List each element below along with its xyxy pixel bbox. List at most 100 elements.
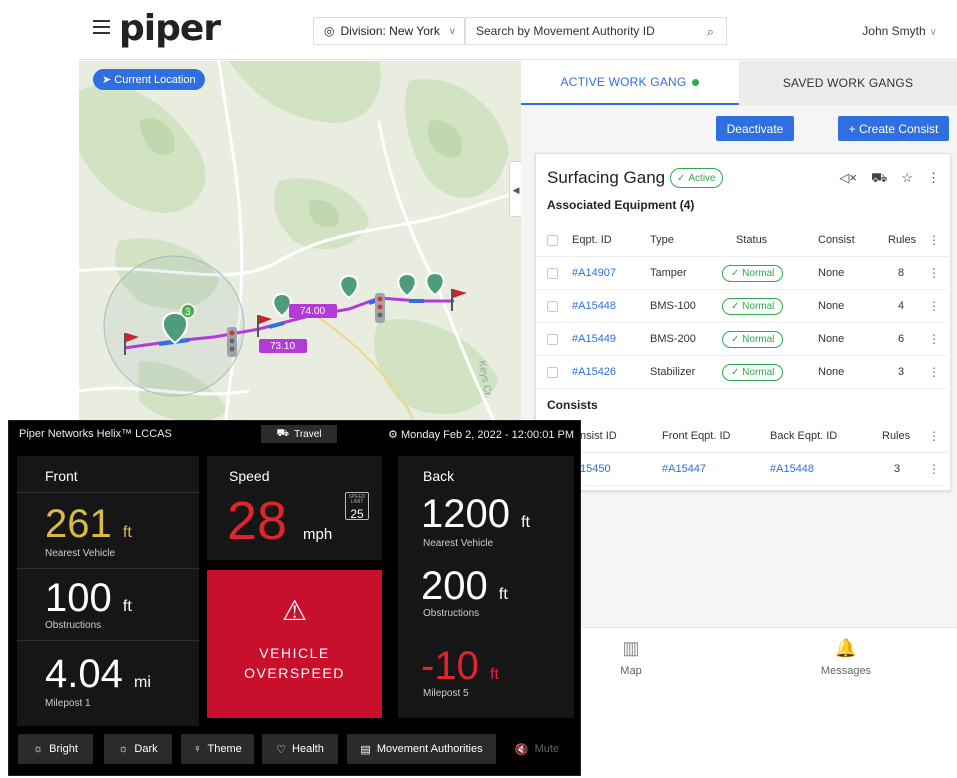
menu-icon[interactable]	[93, 20, 110, 34]
nav-messages[interactable]: 🔔 Messages	[811, 638, 881, 677]
back-equipment-link[interactable]: #A15448	[770, 463, 814, 475]
top-bar: piper ◎ Division: New York ∨ Search by M…	[79, 0, 957, 60]
location-target-icon: ◎	[324, 24, 335, 38]
status-pill: ✓ Normal	[722, 297, 784, 315]
speed-limit-sign: SPEED LIMIT 25	[345, 492, 369, 521]
equipment-id-link[interactable]: #A14907	[572, 267, 616, 279]
front-equipment-link[interactable]: #A15447	[662, 463, 706, 475]
division-label: Division: New York	[340, 24, 440, 38]
milepost-tag[interactable]: 74.00	[300, 306, 325, 317]
column-header[interactable]: Consist	[818, 234, 855, 246]
more-icon[interactable]: ⋮	[928, 462, 940, 476]
front-obstruction-unit: ft	[122, 598, 132, 615]
equipment-id-link[interactable]: #A15448	[572, 300, 616, 312]
travel-mode-indicator[interactable]: ⛟ Travel	[261, 425, 337, 443]
theme-label: Theme	[207, 743, 242, 755]
settings-gear-icon[interactable]: ⚙	[388, 429, 398, 441]
overspeed-alert: ⚠ VEHICLE OVERSPEED	[207, 570, 382, 718]
map-icon: ▥	[622, 638, 640, 658]
column-header[interactable]: Rules	[888, 234, 916, 246]
caret-left-icon: ◀	[512, 185, 520, 195]
status-pill-label: Normal	[742, 267, 775, 279]
status-badge: ✓ Active	[670, 168, 723, 188]
more-icon[interactable]: ⋮	[928, 365, 940, 379]
column-header[interactable]: Front Eqpt. ID	[662, 430, 730, 442]
tab-active-work-gang[interactable]: ACTIVE WORK GANG	[521, 61, 739, 105]
mute-button[interactable]: 🔇 Mute	[501, 734, 573, 764]
more-icon[interactable]: ⋮	[928, 332, 940, 346]
current-location-button[interactable]: ➤ Current Location	[93, 69, 205, 90]
active-dot-icon	[692, 78, 700, 86]
front-milepost-label: Milepost 1	[45, 698, 91, 709]
column-header[interactable]: Eqpt. ID	[572, 234, 612, 246]
equipment-id-link[interactable]: #A15449	[572, 333, 616, 345]
milepost-tag[interactable]: 73.10	[270, 341, 295, 352]
front-label: Front	[45, 468, 78, 484]
helix-device-screen: Piper Networks Helix™ LCCAS ⛟ Travel ⚙ Mo…	[8, 420, 581, 776]
status-pill-label: Normal	[742, 333, 775, 345]
mute-alert-icon[interactable]: ◁×	[839, 170, 857, 188]
clipboard-icon: ▤	[360, 743, 371, 756]
panel-tabs: ACTIVE WORK GANG SAVED WORK GANGS	[521, 61, 957, 105]
check-icon: ✓	[677, 172, 686, 184]
division-select[interactable]: ◎ Division: New York ∨	[313, 17, 465, 45]
movement-authorities-button[interactable]: ▤ Movement Authorities	[347, 734, 496, 764]
row-checkbox[interactable]	[547, 300, 558, 312]
front-nearest-label: Nearest Vehicle	[45, 548, 116, 559]
back-obstruction-unit: ft	[498, 586, 508, 603]
collapse-panel-button[interactable]: ◀	[509, 161, 521, 217]
table-row: #A15448 BMS-100 ✓ Normal None 4 ⋮	[536, 290, 952, 323]
rules-count: 4	[898, 300, 905, 312]
select-all-checkbox[interactable]	[547, 234, 558, 246]
tab-saved-work-gangs[interactable]: SAVED WORK GANGS	[739, 61, 957, 105]
more-icon[interactable]: ⋮	[928, 266, 940, 280]
row-checkbox[interactable]	[547, 267, 558, 279]
equipment-heading: Associated Equipment (4)	[547, 198, 695, 212]
bright-button[interactable]: ☼ Bright	[18, 734, 93, 764]
helix-header: Piper Networks Helix™ LCCAS ⛟ Travel ⚙ Mo…	[9, 421, 582, 447]
column-header[interactable]: Rules	[882, 430, 910, 442]
bottom-nav: ▥ Map 🔔 Messages	[521, 627, 957, 685]
travel-mode-icon: ⛟	[276, 427, 290, 439]
deactivate-button[interactable]: Deactivate	[716, 116, 794, 141]
train-icon[interactable]: ⛟	[871, 170, 887, 188]
more-icon[interactable]: ⋮	[927, 170, 940, 188]
front-milepost-value: 4.04 mi	[45, 654, 151, 703]
create-consist-button[interactable]: + Create Consist	[838, 116, 949, 141]
front-milepost-number: 4.04	[45, 652, 123, 696]
card-actions: ◁× ⛟ ☆ ⋮	[839, 170, 940, 188]
column-header[interactable]: Back Eqpt. ID	[770, 430, 837, 442]
column-header[interactable]: Type	[650, 234, 674, 246]
speed-label: Speed	[229, 468, 270, 484]
row-checkbox[interactable]	[547, 366, 558, 378]
front-milepost-unit: mi	[133, 674, 151, 691]
dark-button[interactable]: ☼ Dark	[104, 734, 172, 764]
table-row: #A14907 Tamper ✓ Normal None 8 ⋮	[536, 257, 952, 290]
search-input[interactable]: Search by Movement Authority ID ⌕	[465, 17, 727, 45]
more-icon[interactable]: ⋮	[928, 429, 940, 443]
status-badge-label: Active	[688, 172, 716, 184]
rules-count: 8	[898, 267, 905, 279]
datetime-label: Monday Feb 2, 2022 - 12:00:01 PM	[400, 429, 574, 441]
more-icon[interactable]: ⋮	[928, 233, 940, 247]
consist-value: None	[818, 366, 845, 378]
nav-map[interactable]: ▥ Map	[611, 638, 651, 677]
dim-sun-icon: ☼	[118, 743, 129, 755]
user-menu[interactable]: John Smyth ∨	[862, 24, 937, 38]
row-checkbox[interactable]	[547, 333, 558, 345]
datetime: ⚙ Monday Feb 2, 2022 - 12:00:01 PM	[388, 428, 574, 441]
equipment-id-link[interactable]: #A15426	[572, 366, 616, 378]
back-nearest-number: 1200	[421, 492, 510, 536]
user-name: John Smyth	[862, 24, 926, 38]
back-nearest-value: 1200 ft	[421, 494, 530, 543]
piper-logo: piper	[119, 8, 221, 49]
health-button[interactable]: ♡ Health	[262, 734, 338, 764]
theme-button[interactable]: ♀ Theme	[181, 734, 254, 764]
more-icon[interactable]: ⋮	[928, 299, 940, 313]
consists-table-header: Consist ID Front Eqpt. ID Back Eqpt. ID …	[536, 420, 952, 453]
rules-count: 6	[898, 333, 905, 345]
front-panel: Front 261 ft Nearest Vehicle 100 ft Obst…	[17, 456, 199, 726]
column-header[interactable]: Status	[736, 234, 767, 246]
star-icon[interactable]: ☆	[901, 170, 913, 188]
consists-heading: Consists	[547, 398, 598, 412]
